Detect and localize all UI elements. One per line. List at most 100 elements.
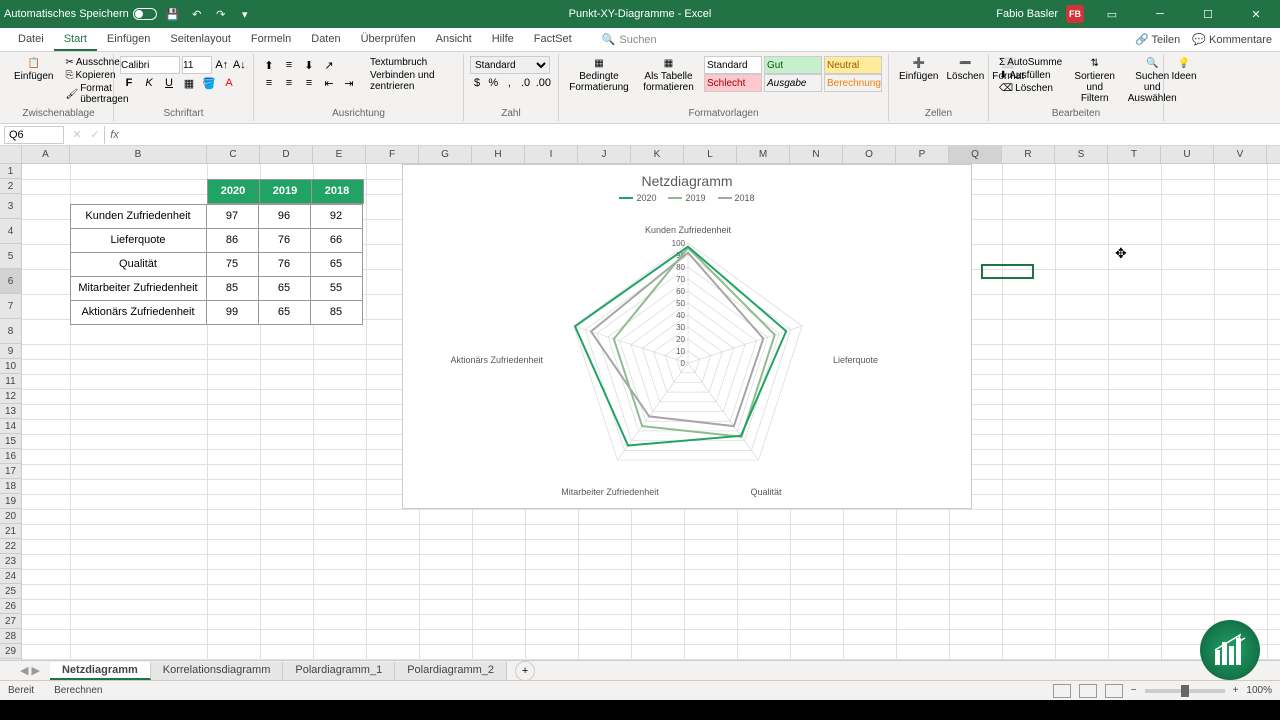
col-header-L[interactable]: L	[684, 146, 737, 163]
ribbon-tab-formeln[interactable]: Formeln	[241, 29, 301, 51]
col-header-F[interactable]: F	[366, 146, 419, 163]
row-header-3[interactable]: 3	[0, 194, 21, 219]
user-avatar[interactable]: FB	[1066, 5, 1084, 23]
style-ausgabe[interactable]: Ausgabe	[764, 74, 822, 92]
comma-icon[interactable]: ,	[502, 74, 516, 92]
row-header-19[interactable]: 19	[0, 494, 21, 509]
col-header-N[interactable]: N	[790, 146, 843, 163]
sheet-tab-netzdiagramm[interactable]: Netzdiagramm	[50, 662, 151, 680]
col-header-D[interactable]: D	[260, 146, 313, 163]
col-header-R[interactable]: R	[1002, 146, 1055, 163]
spreadsheet-grid[interactable]: ABCDEFGHIJKLMNOPQRSTUV 12345678910111213…	[0, 146, 1280, 660]
row-header-23[interactable]: 23	[0, 554, 21, 569]
clear-button[interactable]: ⌫ Löschen	[995, 82, 1066, 95]
header-2018[interactable]: 2018	[311, 179, 364, 204]
align-left-icon[interactable]: ≡	[260, 74, 278, 92]
row-label[interactable]: Lieferquote	[70, 228, 207, 253]
row-header-13[interactable]: 13	[0, 404, 21, 419]
row-label[interactable]: Qualität	[70, 252, 207, 277]
indent-increase-icon[interactable]: ⇥	[340, 74, 358, 92]
ribbon-tab-ansicht[interactable]: Ansicht	[426, 29, 482, 51]
row-header-8[interactable]: 8	[0, 319, 21, 344]
select-all-corner[interactable]	[0, 146, 22, 163]
cell[interactable]: 75	[206, 252, 259, 277]
insert-cells-button[interactable]: ➕Einfügen	[895, 56, 942, 84]
row-header-26[interactable]: 26	[0, 599, 21, 614]
cell[interactable]: 92	[310, 204, 363, 229]
row-header-17[interactable]: 17	[0, 464, 21, 479]
col-header-K[interactable]: K	[631, 146, 684, 163]
decimal-decrease-icon[interactable]: .00	[535, 74, 552, 92]
cell[interactable]: 99	[206, 300, 259, 325]
cell[interactable]: 85	[310, 300, 363, 325]
zoom-in-icon[interactable]: +	[1233, 685, 1239, 696]
sheet-tab-polardiagramm_1[interactable]: Polardiagramm_1	[283, 662, 395, 680]
row-header-15[interactable]: 15	[0, 434, 21, 449]
bold-button[interactable]: F	[120, 74, 138, 92]
cell[interactable]: 66	[310, 228, 363, 253]
confirm-formula-icon[interactable]: ✓	[86, 126, 104, 144]
row-header-6[interactable]: 6	[0, 269, 21, 294]
row-header-24[interactable]: 24	[0, 569, 21, 584]
row-header-18[interactable]: 18	[0, 479, 21, 494]
italic-button[interactable]: K	[140, 74, 158, 92]
row-header-10[interactable]: 10	[0, 359, 21, 374]
cell[interactable]: 97	[206, 204, 259, 229]
size-select[interactable]	[182, 56, 212, 74]
row-header-7[interactable]: 7	[0, 294, 21, 319]
align-bottom-icon[interactable]: ⬇	[300, 56, 318, 74]
row-label[interactable]: Aktionärs Zufriedenheit	[70, 300, 207, 325]
sort-filter-button[interactable]: ⇅Sortieren und Filtern	[1068, 56, 1121, 106]
merge-button[interactable]: Verbinden und zentrieren	[366, 69, 457, 93]
ribbon-tab-seitenlayout[interactable]: Seitenlayout	[160, 29, 241, 51]
col-header-M[interactable]: M	[737, 146, 790, 163]
qat-more-icon[interactable]: ▾	[237, 6, 253, 22]
row-header-25[interactable]: 25	[0, 584, 21, 599]
redo-icon[interactable]: ↷	[213, 6, 229, 22]
font-select[interactable]	[120, 56, 180, 74]
row-label[interactable]: Mitarbeiter Zufriedenheit	[70, 276, 207, 301]
col-header-G[interactable]: G	[419, 146, 472, 163]
radar-chart[interactable]: Netzdiagramm 202020192018 01020304050607…	[402, 164, 972, 509]
undo-icon[interactable]: ↶	[189, 6, 205, 22]
ribbon-tab-hilfe[interactable]: Hilfe	[482, 29, 524, 51]
cell[interactable]: 65	[310, 252, 363, 277]
col-header-V[interactable]: V	[1214, 146, 1267, 163]
col-header-A[interactable]: A	[22, 146, 70, 163]
format-table-button[interactable]: ▦Als Tabelle formatieren	[637, 56, 700, 95]
align-top-icon[interactable]: ⬆	[260, 56, 278, 74]
header-2020[interactable]: 2020	[207, 179, 260, 204]
maximize-icon[interactable]: ☐	[1188, 0, 1228, 28]
toggle-switch[interactable]	[133, 8, 157, 20]
wrap-text-button[interactable]: Textumbruch	[366, 56, 457, 69]
row-header-28[interactable]: 28	[0, 629, 21, 644]
row-header-11[interactable]: 11	[0, 374, 21, 389]
view-pagebreak-icon[interactable]	[1105, 684, 1123, 698]
cell[interactable]: 96	[258, 204, 311, 229]
style-gut[interactable]: Gut	[764, 56, 822, 74]
row-header-21[interactable]: 21	[0, 524, 21, 539]
zoom-slider[interactable]	[1145, 689, 1225, 693]
row-header-27[interactable]: 27	[0, 614, 21, 629]
row-header-30[interactable]: 30	[0, 659, 21, 660]
align-center-icon[interactable]: ≡	[280, 74, 298, 92]
cell[interactable]: 86	[206, 228, 259, 253]
name-box[interactable]: Q6	[4, 126, 64, 144]
ribbon-tab-überprüfen[interactable]: Überprüfen	[351, 29, 426, 51]
row-header-14[interactable]: 14	[0, 419, 21, 434]
cell[interactable]: 76	[258, 228, 311, 253]
zoom-out-icon[interactable]: −	[1131, 685, 1137, 696]
align-right-icon[interactable]: ≡	[300, 74, 318, 92]
style-berechnung[interactable]: Berechnung	[824, 74, 882, 92]
col-header-U[interactable]: U	[1161, 146, 1214, 163]
fill-color-button[interactable]: 🪣	[200, 74, 218, 92]
sheet-tab-korrelationsdiagramm[interactable]: Korrelationsdiagramm	[151, 662, 284, 680]
autosum-button[interactable]: Σ AutoSumme	[995, 56, 1066, 69]
percent-icon[interactable]: %	[486, 74, 500, 92]
sheet-nav-icon[interactable]: ◀ ▶	[20, 664, 40, 677]
col-header-Q[interactable]: Q	[949, 146, 1002, 163]
formula-input[interactable]	[124, 126, 1280, 144]
col-header-O[interactable]: O	[843, 146, 896, 163]
row-label[interactable]: Kunden Zufriedenheit	[70, 204, 207, 229]
header-2019[interactable]: 2019	[259, 179, 312, 204]
